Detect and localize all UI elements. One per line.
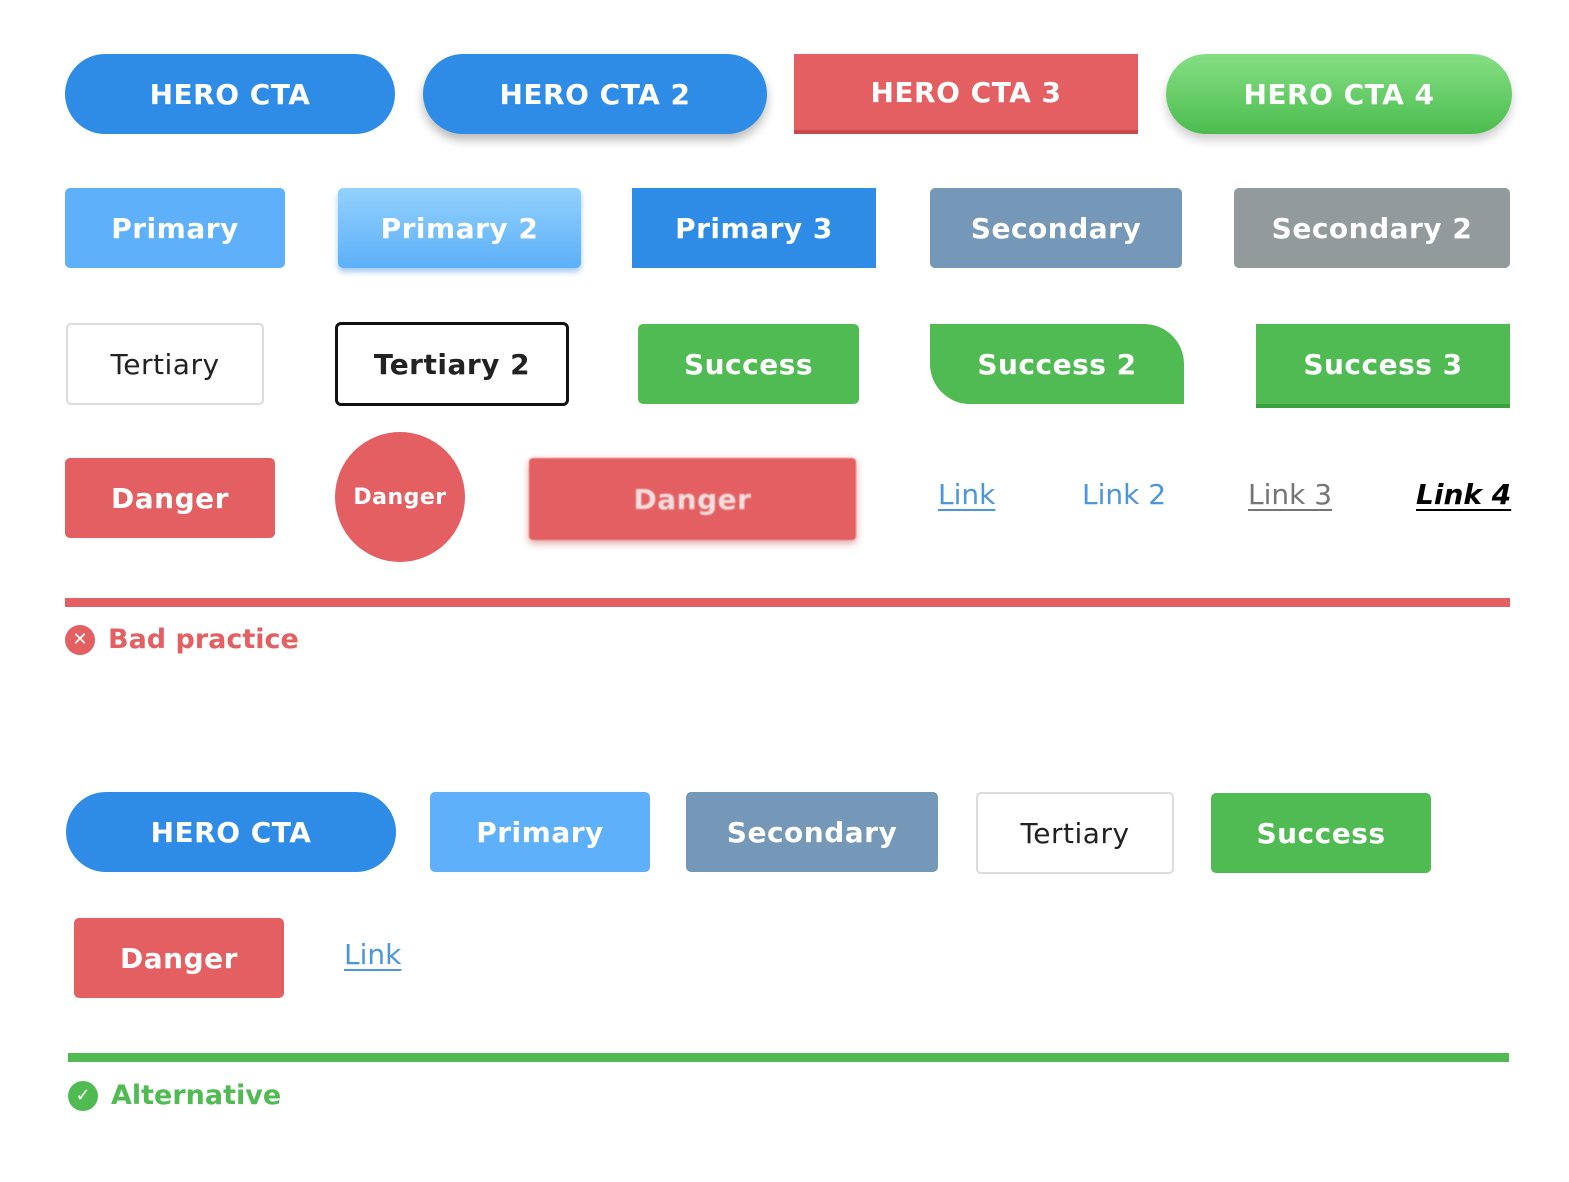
link-2[interactable]: Link 2 [1082,478,1166,511]
alt-link[interactable]: Link [344,938,401,971]
alt-tertiary-button[interactable]: Tertiary [976,792,1174,874]
success-3-button[interactable]: Success 3 [1256,324,1510,408]
bad-practice-text: Bad practice [108,624,299,655]
bad-practice-label: ✕ Bad practice [65,624,299,655]
hero-cta-4-button[interactable]: HERO CTA 4 [1166,54,1512,134]
success-button[interactable]: Success [638,324,859,404]
danger-round-button[interactable]: Danger [335,432,465,562]
primary-3-button[interactable]: Primary 3 [632,188,876,268]
success-2-button[interactable]: Success 2 [930,324,1184,404]
link-3[interactable]: Link 3 [1248,478,1332,511]
hero-cta-3-button[interactable]: HERO CTA 3 [794,54,1138,134]
primary-button[interactable]: Primary [65,188,285,268]
link-4[interactable]: Link 4 [1416,478,1511,511]
alt-hero-cta-button[interactable]: HERO CTA [66,792,396,872]
danger-button[interactable]: Danger [65,458,275,538]
hero-cta-button[interactable]: HERO CTA [65,54,395,134]
check-circle-icon: ✓ [68,1080,98,1111]
alt-success-button[interactable]: Success [1211,793,1431,873]
alternative-text: Alternative [111,1080,282,1111]
tertiary-button[interactable]: Tertiary [66,323,264,405]
alternative-label: ✓ Alternative [68,1080,281,1111]
primary-2-button[interactable]: Primary 2 [338,188,581,268]
tertiary-2-button[interactable]: Tertiary 2 [335,322,569,406]
x-circle-icon: ✕ [65,624,95,655]
hero-cta-2-button[interactable]: HERO CTA 2 [423,54,767,134]
secondary-button[interactable]: Secondary [930,188,1182,268]
alt-danger-button[interactable]: Danger [74,918,284,998]
bad-practice-divider [65,598,1510,607]
alternative-divider [68,1053,1509,1062]
alt-primary-button[interactable]: Primary [430,792,650,872]
alt-secondary-button[interactable]: Secondary [686,792,938,872]
secondary-2-button[interactable]: Secondary 2 [1234,188,1510,268]
danger-blurred-button[interactable]: Danger [529,458,856,540]
link[interactable]: Link [938,478,995,511]
